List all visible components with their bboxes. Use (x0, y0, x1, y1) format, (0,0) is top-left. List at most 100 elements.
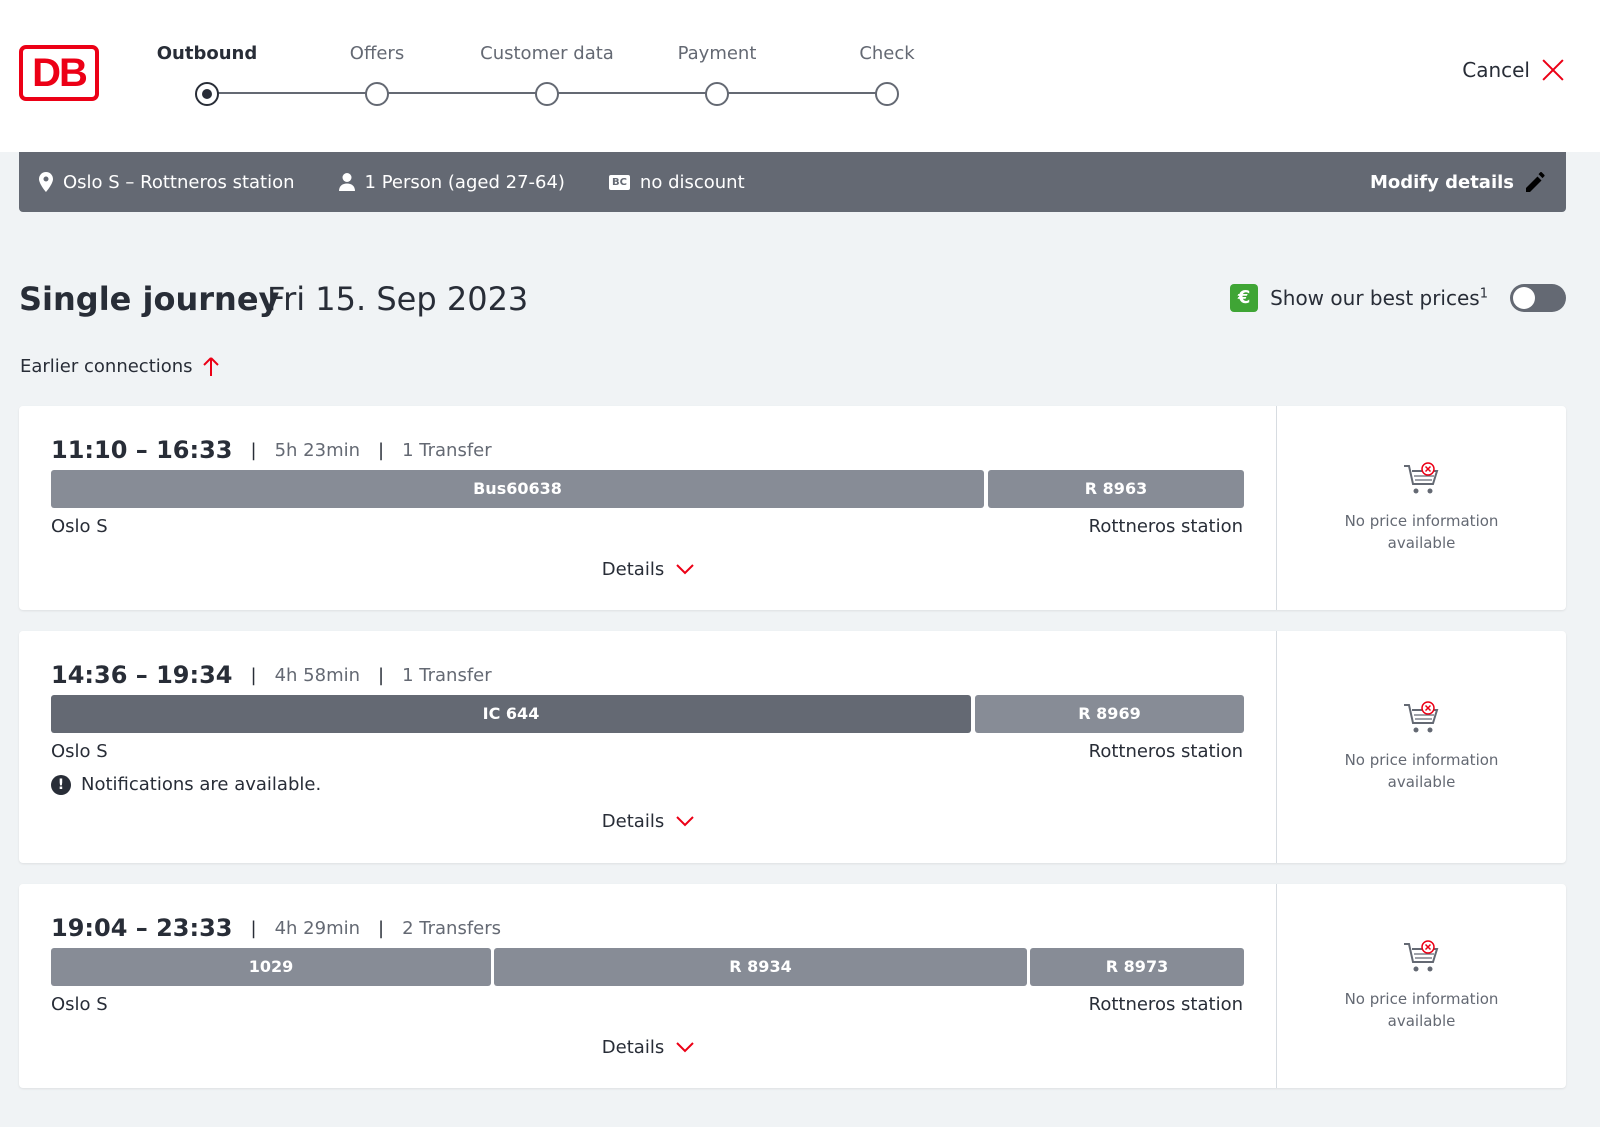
arrow-up-icon (202, 356, 219, 376)
price-info-text: No price information available (1344, 990, 1499, 1030)
connection-times: 19:04 – 23:33 (51, 914, 233, 942)
details-button[interactable]: Details (19, 559, 1277, 580)
connection-card[interactable]: 14:36 – 19:34 | 4h 58min | 1 Transfer IC… (19, 631, 1566, 863)
title-row: Single journey Fri 15. Sep 2023 € Show o… (19, 278, 1566, 324)
best-prices-control: € Show our best prices1 (1230, 284, 1566, 312)
toggle-knob (1513, 287, 1535, 309)
separator: | (378, 917, 385, 939)
best-prices-text: Show our best prices (1270, 286, 1480, 310)
step-dot (365, 82, 389, 106)
step-label: Check (859, 43, 915, 64)
step-payment: Payment (632, 42, 802, 106)
details-button[interactable]: Details (19, 811, 1277, 832)
notification-notice: ! Notifications are available. (51, 774, 321, 795)
journey-segments: Bus60638 R 8963 (51, 470, 1244, 508)
segment-bar[interactable]: IC 644 (51, 695, 971, 733)
travellers-text: 1 Person (aged 27-64) (364, 171, 565, 193)
best-prices-label: Show our best prices1 (1270, 286, 1488, 310)
summary-route: Oslo S – Rottneros station (39, 172, 295, 193)
departure-station: Oslo S (51, 516, 108, 537)
euro-icon: € (1230, 284, 1259, 312)
separator: | (250, 664, 257, 686)
cancel-label: Cancel (1462, 58, 1530, 82)
connection-duration: 5h 23min (274, 439, 361, 461)
step-label: Offers (349, 43, 405, 64)
departure-station: Oslo S (51, 741, 108, 762)
connection-transfers: 1 Transfer (402, 664, 492, 686)
chevron-down-icon (676, 1042, 694, 1053)
segment-bar[interactable]: Bus60638 (51, 470, 984, 508)
step-dot (875, 82, 899, 106)
details-button[interactable]: Details (19, 1037, 1277, 1058)
step-dot (705, 82, 729, 106)
connection-duration: 4h 58min (274, 664, 361, 686)
departure-station: Oslo S (51, 994, 108, 1015)
separator: | (250, 439, 257, 461)
arrival-station: Rottneros station (1088, 994, 1243, 1015)
connection-times: 14:36 – 19:34 (51, 661, 233, 689)
separator: | (378, 664, 385, 686)
connection-main: 14:36 – 19:34 | 4h 58min | 1 Transfer IC… (19, 631, 1277, 863)
discount-text: no discount (639, 171, 745, 193)
chevron-down-icon (676, 816, 694, 827)
summary-discount: BC no discount (608, 171, 745, 193)
pencil-icon (1526, 172, 1546, 192)
arrival-station: Rottneros station (1088, 516, 1243, 537)
segment-bar[interactable]: R 8934 (494, 948, 1027, 986)
step-check: Check (802, 42, 972, 106)
connection-main: 19:04 – 23:33 | 4h 29min | 2 Transfers 1… (19, 884, 1277, 1088)
price-info-text: No price information available (1344, 512, 1499, 552)
connection-transfers: 2 Transfers (402, 917, 502, 939)
earlier-connections-label: Earlier connections (20, 356, 193, 377)
segment-bar[interactable]: R 8963 (988, 470, 1244, 508)
connection-card[interactable]: 19:04 – 23:33 | 4h 29min | 2 Transfers 1… (19, 884, 1566, 1088)
journey-summary-bar: Oslo S – Rottneros station 1 Person (age… (19, 152, 1566, 212)
best-prices-toggle[interactable] (1510, 284, 1566, 312)
separator: | (250, 917, 257, 939)
step-offers: Offers (292, 42, 462, 106)
booking-stepper: Outbound Offers Customer data Payment Ch… (0, 0, 1000, 152)
cancel-button[interactable]: Cancel (1462, 58, 1564, 82)
cart-unavailable-icon (1403, 940, 1438, 972)
price-box: No price information available (1277, 406, 1566, 610)
price-info-text: No price information available (1344, 751, 1499, 791)
location-pin-icon (39, 172, 53, 192)
notice-text: Notifications are available. (81, 774, 322, 795)
modify-details-button[interactable]: Modify details (1370, 172, 1546, 193)
connection-transfers: 1 Transfer (402, 439, 492, 461)
connection-header: 11:10 – 16:33 | 5h 23min | 1 Transfer (51, 436, 492, 464)
person-icon (338, 173, 355, 191)
price-box: No price information available (1277, 884, 1566, 1088)
connection-card[interactable]: 11:10 – 16:33 | 5h 23min | 1 Transfer Bu… (19, 406, 1566, 610)
connection-duration: 4h 29min (274, 917, 361, 939)
connection-header: 14:36 – 19:34 | 4h 58min | 1 Transfer (51, 661, 492, 689)
arrival-station: Rottneros station (1088, 741, 1243, 762)
details-label: Details (601, 811, 665, 832)
step-outbound[interactable]: Outbound (122, 42, 292, 106)
journey-segments: 1029 R 8934 R 8973 (51, 948, 1244, 986)
details-label: Details (601, 1037, 665, 1058)
cart-unavailable-icon (1403, 462, 1438, 494)
step-label: Outbound (156, 43, 258, 64)
route-text: Oslo S – Rottneros station (63, 171, 295, 193)
segment-bar[interactable]: 1029 (51, 948, 491, 986)
price-box: No price information available (1277, 631, 1566, 863)
step-label: Payment (677, 43, 757, 64)
separator: | (378, 439, 385, 461)
footnote-marker: 1 (1479, 286, 1488, 302)
journey-segments: IC 644 R 8969 (51, 695, 1244, 733)
step-dot (535, 82, 559, 106)
step-dot-active (195, 82, 219, 106)
segment-bar[interactable]: R 8973 (1030, 948, 1244, 986)
travel-date: Fri 15. Sep 2023 (267, 280, 529, 318)
close-icon (1542, 59, 1564, 81)
earlier-connections-link[interactable]: Earlier connections (20, 356, 219, 377)
modify-details-label: Modify details (1369, 171, 1514, 193)
segment-bar[interactable]: R 8969 (975, 695, 1244, 733)
step-customer-data: Customer data (462, 42, 632, 106)
bahncard-icon: BC (608, 174, 630, 190)
page-title: Single journey (19, 280, 280, 318)
alert-icon: ! (51, 774, 71, 795)
details-label: Details (601, 559, 665, 580)
connection-times: 11:10 – 16:33 (51, 436, 233, 464)
